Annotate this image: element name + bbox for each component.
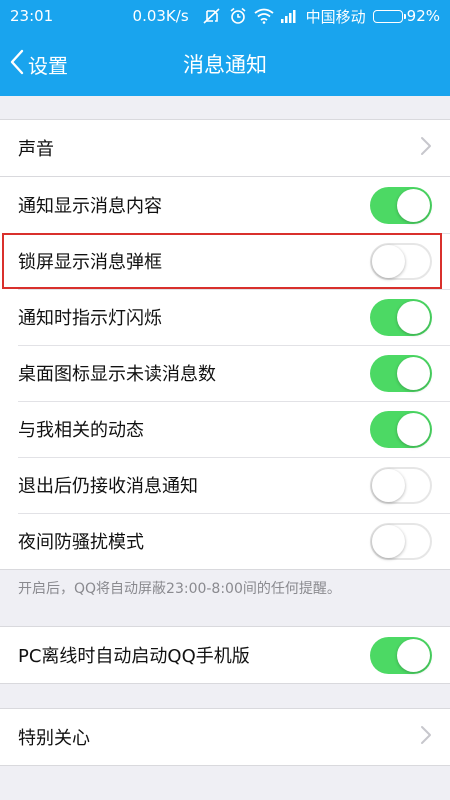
- setting-row[interactable]: 与我相关的动态: [0, 401, 450, 457]
- toggle-knob: [372, 468, 405, 502]
- toggle-switch[interactable]: [370, 242, 432, 280]
- setting-row[interactable]: 特别关心: [0, 709, 450, 765]
- setting-row[interactable]: PC离线时自动启动QQ手机版: [0, 627, 450, 683]
- setting-label: 退出后仍接收消息通知: [18, 476, 198, 497]
- toggle-switch[interactable]: [370, 298, 432, 336]
- chevron-left-icon: [10, 49, 24, 80]
- setting-row[interactable]: 声音: [0, 120, 450, 176]
- setting-label: 锁屏显示消息弹框: [18, 252, 162, 273]
- toggle-switch[interactable]: [370, 186, 432, 224]
- battery-indicator: 92%: [372, 7, 440, 25]
- back-label: 设置: [28, 53, 68, 78]
- toggle-knob: [372, 244, 405, 278]
- network-speed: 0.03K/s: [132, 7, 189, 25]
- status-bar: 23:01 0.03K/s 中国移动 92%: [0, 0, 450, 32]
- setting-label: 与我相关的动态: [18, 420, 144, 441]
- setting-label: 特别关心: [18, 728, 90, 749]
- battery-icon: [372, 9, 406, 23]
- alarm-icon: [229, 7, 247, 25]
- toggle-switch[interactable]: [370, 522, 432, 560]
- setting-row[interactable]: 通知显示消息内容: [0, 177, 450, 233]
- mute-icon: [202, 7, 222, 25]
- toggle-knob: [397, 300, 430, 334]
- back-button[interactable]: 设置: [10, 32, 68, 96]
- battery-level: 92%: [406, 7, 440, 25]
- nav-bar: 设置 消息通知: [0, 32, 450, 96]
- setting-row[interactable]: 桌面图标显示未读消息数: [0, 345, 450, 401]
- toggle-knob: [397, 356, 430, 390]
- toggle-knob: [397, 638, 430, 672]
- toggle-knob: [397, 412, 430, 446]
- toggle-switch[interactable]: [370, 354, 432, 392]
- status-right: 0.03K/s 中国移动 92%: [133, 6, 440, 27]
- setting-label: 通知显示消息内容: [18, 196, 162, 217]
- toggle-knob: [397, 188, 430, 222]
- setting-row[interactable]: 退出后仍接收消息通知: [0, 457, 450, 513]
- toggle-knob: [372, 524, 405, 558]
- setting-label: 桌面图标显示未读消息数: [18, 364, 216, 385]
- chevron-right-icon: [420, 725, 432, 750]
- setting-row[interactable]: 锁屏显示消息弹框: [0, 233, 450, 289]
- notification-settings-group: 通知显示消息内容 锁屏显示消息弹框 通知时指示灯闪烁桌面图标显示未读消息数 与我相关的…: [0, 176, 450, 570]
- toggle-switch[interactable]: [370, 636, 432, 674]
- signal-icon: [280, 9, 299, 23]
- toggle-switch[interactable]: [370, 410, 432, 448]
- wifi-icon: [254, 8, 274, 24]
- carrier-name: 中国移动: [305, 7, 366, 26]
- status-time: 23:01: [10, 7, 54, 25]
- setting-label: 声音: [18, 139, 54, 160]
- night-mode-hint: 开启后，QQ将自动屏蔽23:00-8:00间的任何提醒。: [18, 581, 341, 597]
- pc-group: PC离线时自动启动QQ手机版: [0, 626, 450, 684]
- toggle-switch[interactable]: [370, 466, 432, 504]
- setting-label: 通知时指示灯闪烁: [18, 308, 162, 329]
- setting-label: PC离线时自动启动QQ手机版: [18, 646, 250, 667]
- setting-label: 夜间防骚扰模式: [18, 532, 144, 553]
- sound-group: 声音: [0, 119, 450, 177]
- setting-row[interactable]: 通知时指示灯闪烁: [0, 289, 450, 345]
- chevron-right-icon: [420, 136, 432, 161]
- setting-row[interactable]: 夜间防骚扰模式: [0, 513, 450, 569]
- special-care-group: 特别关心: [0, 708, 450, 766]
